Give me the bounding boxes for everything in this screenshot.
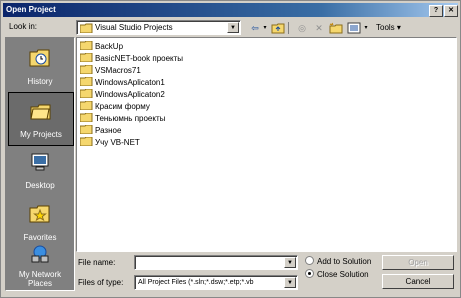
views-icon[interactable] <box>347 22 361 36</box>
file-name: Теньюмнь проекты <box>95 114 166 123</box>
look-in-value: Visual Studio Projects <box>95 23 173 32</box>
tools-label: Tools <box>376 23 395 32</box>
list-item[interactable]: Красим форму <box>80 101 150 112</box>
folder-icon <box>80 89 93 98</box>
folder-icon <box>80 41 93 50</box>
list-item[interactable]: VSMacros71 <box>80 65 141 76</box>
close-button[interactable]: ✕ <box>444 5 458 17</box>
folder-icon <box>80 53 93 62</box>
files-of-type-label: Files of type: <box>78 278 124 287</box>
open-project-dialog: Open Project ? ✕ Look in: Visual Studio … <box>0 0 461 298</box>
list-item[interactable]: WindowsAplicaton1 <box>80 77 165 88</box>
file-name: Учу VB-NET <box>95 138 140 147</box>
place-label: My Network Places <box>18 270 62 288</box>
file-name: BackUp <box>95 42 124 51</box>
places-bar: History My Projects Desktop Favorites My… <box>5 37 75 291</box>
chevron-down-icon[interactable]: ▼ <box>284 277 296 288</box>
place-history[interactable]: History <box>8 40 72 92</box>
list-item[interactable]: Разное <box>80 125 121 136</box>
list-item[interactable]: Теньюмнь проекты <box>80 113 165 124</box>
place-label: Favorites <box>23 233 57 242</box>
folder-icon <box>80 113 93 122</box>
chevron-down-icon[interactable]: ▼ <box>284 257 296 268</box>
folder-icon <box>80 23 93 33</box>
file-name: Разное <box>95 126 122 135</box>
list-item[interactable]: BasicNET-book проекты <box>80 53 183 64</box>
radio-label: Close Solution <box>317 270 369 279</box>
file-name: VSMacros71 <box>95 66 141 75</box>
file-name-combo[interactable]: ▼ <box>134 255 298 270</box>
look-in-label: Look in: <box>9 22 38 31</box>
back-arrow-icon[interactable]: ⇦ <box>248 21 262 35</box>
radio-indicator <box>305 269 314 278</box>
new-folder-icon[interactable] <box>329 22 343 36</box>
file-name: BasicNET-book проекты <box>95 54 184 63</box>
tools-menu[interactable]: Tools ▾ <box>376 21 410 35</box>
folder-icon <box>80 65 93 74</box>
close-solution-radio[interactable]: Close Solution <box>305 269 369 279</box>
radio-indicator <box>305 256 314 265</box>
chevron-down-icon[interactable]: ▼ <box>227 22 239 33</box>
place-favorites[interactable]: Favorites <box>8 196 72 248</box>
cancel-button[interactable]: Cancel <box>382 274 454 289</box>
folder-icon <box>80 137 93 146</box>
up-folder-icon[interactable] <box>271 22 285 36</box>
network-icon <box>31 245 49 263</box>
add-to-solution-radio[interactable]: Add to Solution <box>305 256 371 266</box>
look-in-combo[interactable]: Visual Studio Projects ▼ <box>76 20 241 35</box>
file-name: WindowsAplicaton1 <box>95 78 165 87</box>
file-list[interactable]: BackUp BasicNET-book проекты VSMacros71 … <box>76 37 457 252</box>
list-item[interactable]: Учу VB-NET <box>80 137 140 148</box>
radio-label: Add to Solution <box>317 257 372 266</box>
title-bar[interactable]: Open Project ? ✕ <box>3 3 458 17</box>
window-title: Open Project <box>6 5 56 14</box>
folder-icon <box>80 125 93 134</box>
place-network[interactable]: My Network Places <box>8 242 72 290</box>
place-label: My Projects <box>20 130 62 139</box>
back-dropdown-icon[interactable]: ▾ <box>261 21 269 35</box>
files-of-type-combo[interactable]: All Project Files (*.sln;*.dsw;*.etp;*.v… <box>134 275 298 290</box>
list-item[interactable]: BackUp <box>80 41 123 52</box>
place-my-projects[interactable]: My Projects <box>8 92 74 146</box>
desktop-icon <box>31 153 49 171</box>
favorites-icon <box>29 205 50 223</box>
file-name: Красим форму <box>95 102 150 111</box>
my-projects-icon <box>30 104 51 120</box>
help-button[interactable]: ? <box>429 5 443 17</box>
place-desktop[interactable]: Desktop <box>8 144 72 196</box>
file-name-label: File name: <box>78 258 116 267</box>
search-web-icon[interactable]: ◎ <box>295 21 309 35</box>
list-item[interactable]: WindowsAplicaton2 <box>80 89 165 100</box>
place-label: Desktop <box>25 181 55 190</box>
file-name: WindowsAplicaton2 <box>95 90 165 99</box>
folder-icon <box>80 101 93 110</box>
delete-icon[interactable]: ✕ <box>313 21 325 35</box>
place-label: History <box>27 77 53 86</box>
toolbar-divider <box>288 22 289 34</box>
files-of-type-value: All Project Files (*.sln;*.dsw;*.etp;*.v… <box>138 279 254 286</box>
history-icon <box>29 49 50 67</box>
open-button[interactable]: Open <box>382 255 454 270</box>
views-dropdown-icon[interactable]: ▾ <box>362 21 370 35</box>
folder-icon <box>80 77 93 86</box>
